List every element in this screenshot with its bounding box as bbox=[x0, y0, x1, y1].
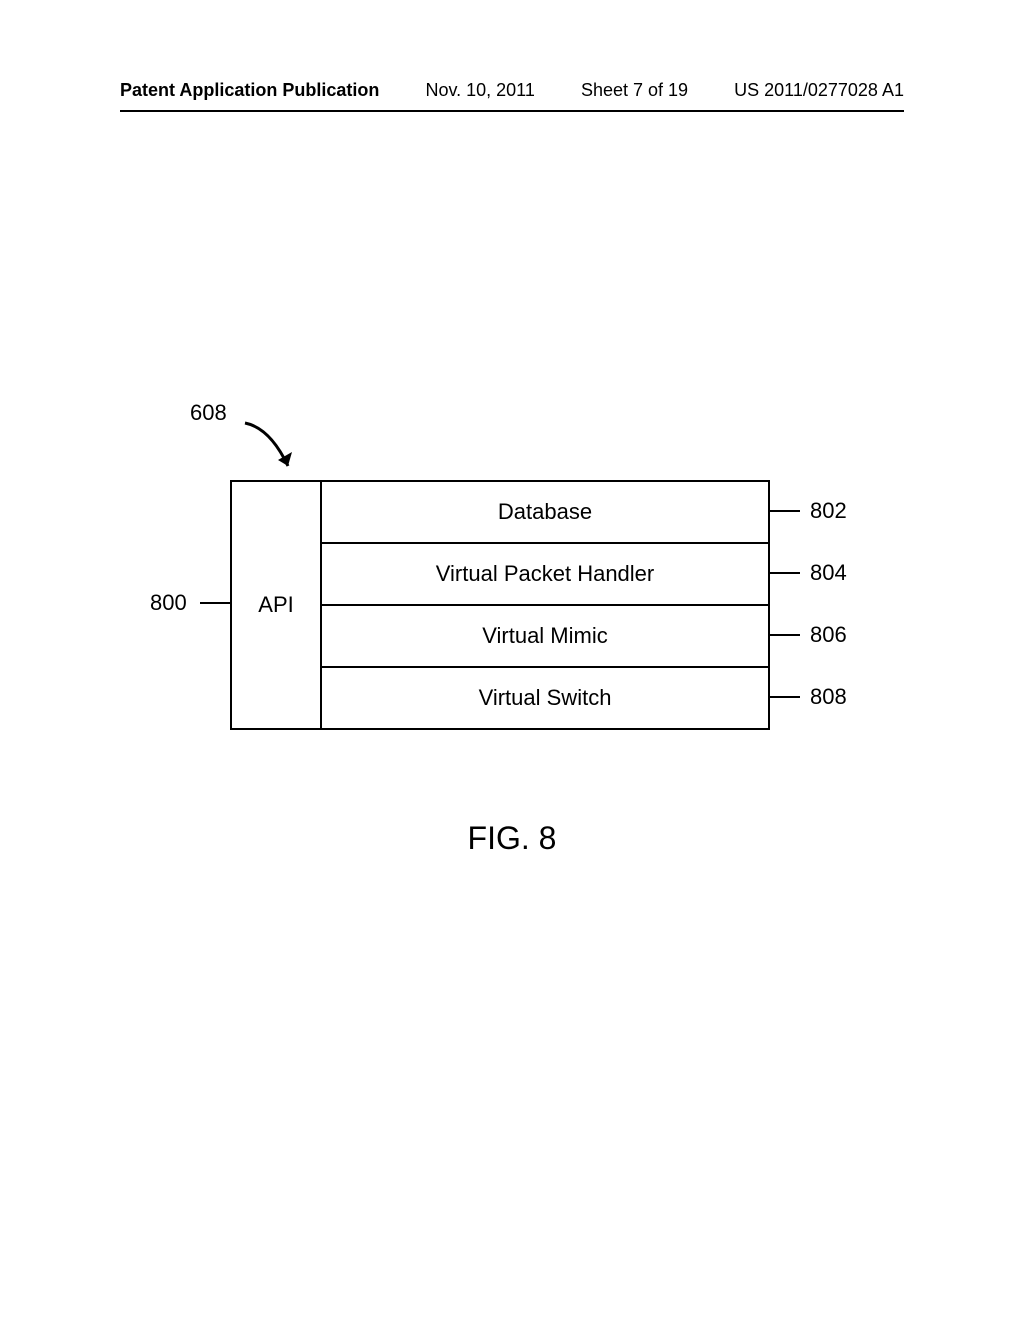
pointer-arrow-608 bbox=[240, 418, 310, 493]
row-switch: Virtual Switch bbox=[322, 668, 768, 730]
lead-806 bbox=[770, 634, 800, 636]
ref-802: 802 bbox=[810, 498, 847, 524]
api-label: API bbox=[258, 592, 293, 618]
page-header: Patent Application Publication Nov. 10, … bbox=[0, 80, 1024, 101]
row-vph-label: Virtual Packet Handler bbox=[436, 561, 655, 587]
lead-802 bbox=[770, 510, 800, 512]
ref-806: 806 bbox=[810, 622, 847, 648]
row-mimic: Virtual Mimic bbox=[322, 606, 768, 668]
architecture-block: API Database Virtual Packet Handler Virt… bbox=[230, 480, 770, 730]
header-publication: Patent Application Publication bbox=[120, 80, 379, 101]
header-pubno: US 2011/0277028 A1 bbox=[734, 80, 904, 101]
lead-808 bbox=[770, 696, 800, 698]
ref-800: 800 bbox=[150, 590, 187, 616]
header-rule bbox=[120, 110, 904, 112]
ref-804: 804 bbox=[810, 560, 847, 586]
arrow-icon bbox=[240, 418, 310, 488]
api-column: API bbox=[232, 482, 322, 730]
ref-608: 608 bbox=[190, 400, 227, 426]
header-sheet: Sheet 7 of 19 bbox=[581, 80, 688, 101]
header-date: Nov. 10, 2011 bbox=[425, 80, 534, 101]
lead-804 bbox=[770, 572, 800, 574]
layers-column: Database Virtual Packet Handler Virtual … bbox=[322, 482, 768, 730]
figure-caption: FIG. 8 bbox=[0, 820, 1024, 857]
row-database-label: Database bbox=[498, 499, 592, 525]
row-vph: Virtual Packet Handler bbox=[322, 544, 768, 606]
diagram: 608 API Database Virtual Packet Handler … bbox=[230, 480, 770, 730]
lead-800 bbox=[200, 602, 230, 604]
row-database: Database bbox=[322, 482, 768, 544]
ref-808: 808 bbox=[810, 684, 847, 710]
row-switch-label: Virtual Switch bbox=[479, 685, 612, 711]
row-mimic-label: Virtual Mimic bbox=[482, 623, 608, 649]
